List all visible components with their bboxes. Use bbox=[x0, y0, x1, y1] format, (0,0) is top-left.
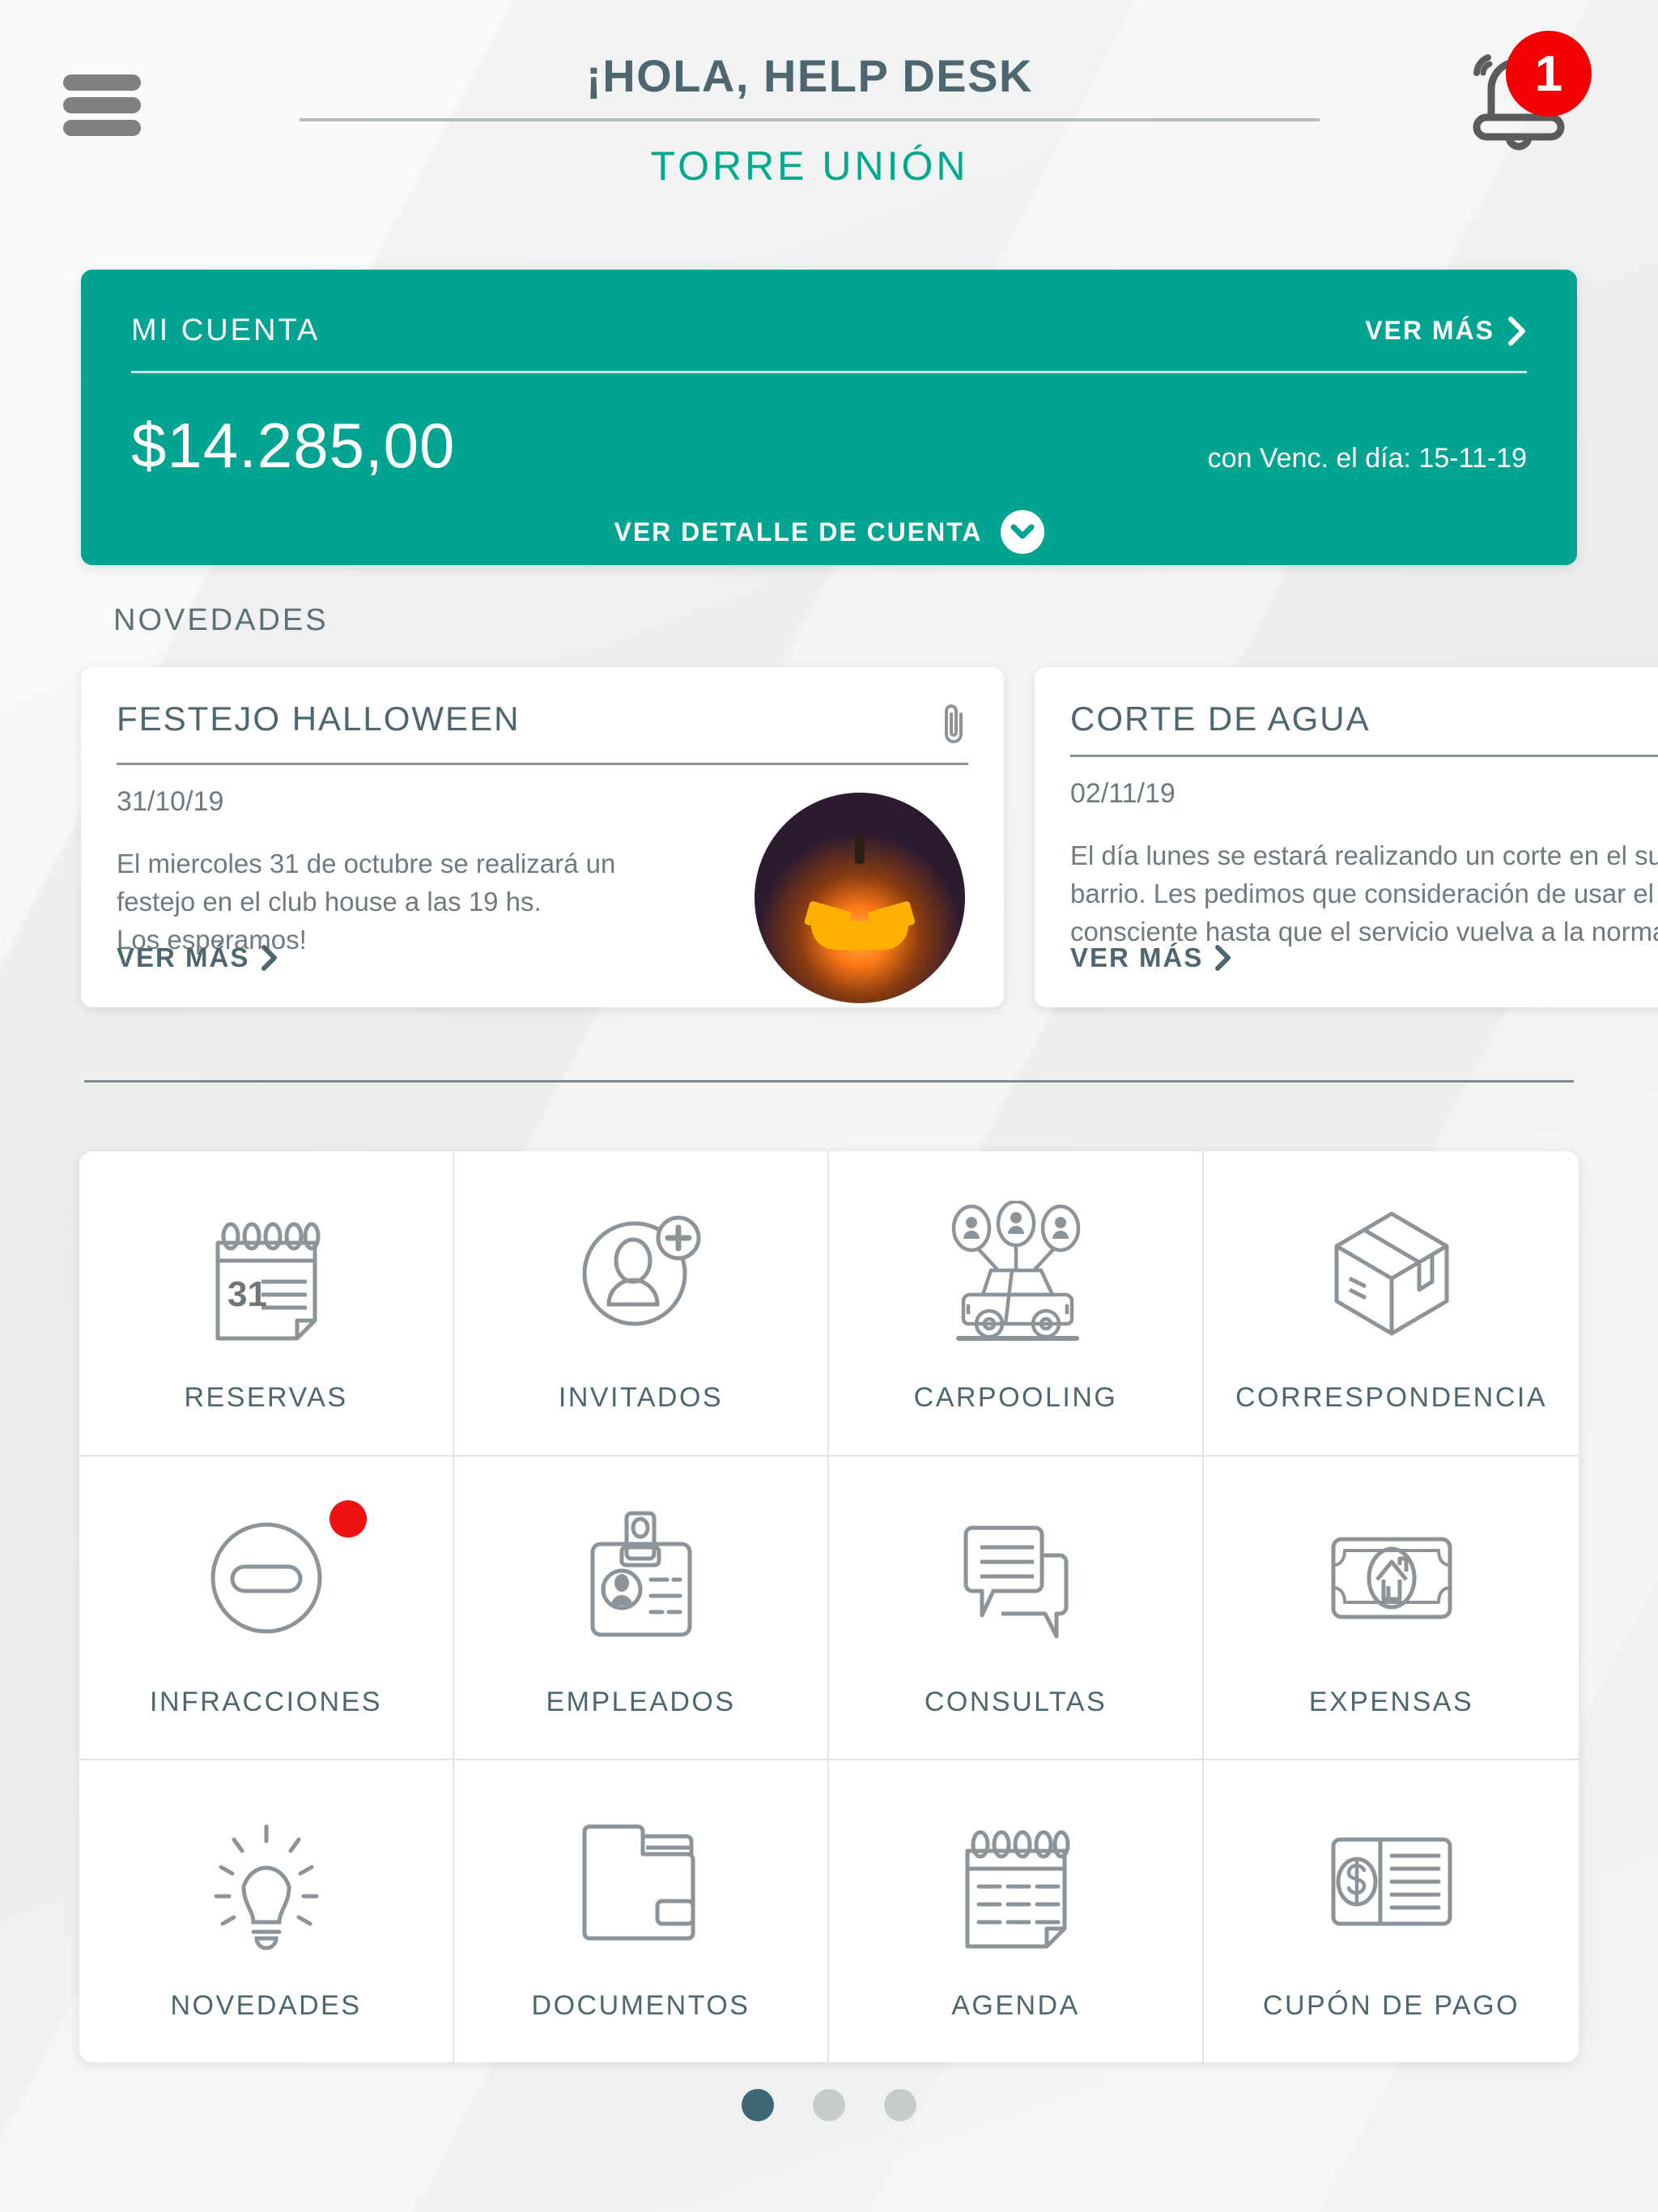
news-carousel[interactable]: FESTEJO HALLOWEEN 31/10/19 El miercoles … bbox=[81, 667, 1658, 1007]
calendar-grid-icon bbox=[935, 1801, 1097, 1963]
account-card-body: $14.285,00 con Venc. el día: 15-11-19 bbox=[81, 373, 1577, 483]
pagination-dot-3[interactable] bbox=[884, 2089, 916, 2121]
news-card-header: CORTE DE AGUA bbox=[1070, 700, 1658, 738]
menu-item-cupon-de-pago[interactable]: CUPÓN DE PAGO bbox=[1204, 1759, 1579, 2062]
account-balance: $14.285,00 bbox=[131, 410, 456, 481]
news-card-header: FESTEJO HALLOWEEN bbox=[117, 700, 968, 747]
account-see-more-link[interactable]: VER MÁS bbox=[1365, 316, 1527, 347]
chevron-right-icon bbox=[1508, 316, 1525, 346]
section-divider bbox=[84, 1080, 1574, 1083]
menu-item-consultas[interactable]: CONSULTAS bbox=[829, 1455, 1204, 1759]
news-see-more-label: VER MÁS bbox=[1070, 942, 1204, 972]
svg-text:31: 31 bbox=[227, 1274, 267, 1314]
pagination-dot-1[interactable] bbox=[742, 2089, 774, 2121]
page-title: ¡HOLA, HELP DESK bbox=[586, 50, 1033, 101]
package-box-icon bbox=[1311, 1193, 1473, 1355]
chevron-right-icon bbox=[1215, 945, 1231, 971]
account-detail-toggle[interactable]: VER DETALLE DE CUENTA bbox=[81, 510, 1577, 554]
menu-item-label: RESERVAS bbox=[184, 1382, 348, 1413]
account-card-header: MI CUENTA VER MÁS bbox=[81, 270, 1577, 348]
news-see-more-link[interactable]: VER MÁS bbox=[117, 942, 278, 973]
menu-item-reservas[interactable]: 31 RESERVAS bbox=[79, 1151, 454, 1455]
news-thumbnail-pumpkin bbox=[755, 793, 965, 1003]
page-subtitle: TORRE UNIÓN bbox=[650, 143, 969, 189]
user-plus-icon bbox=[560, 1193, 722, 1355]
menu-grid: 31 RESERVAS INVITADOS CARPOOLING CORRESP… bbox=[79, 1151, 1579, 2062]
menu-item-label: CUPÓN DE PAGO bbox=[1262, 1990, 1520, 2021]
calendar-31-icon: 31 bbox=[185, 1193, 347, 1355]
folder-icon bbox=[560, 1801, 722, 1963]
app-root: ¡HOLA, HELP DESK TORRE UNIÓN 1 MI CUENTA… bbox=[0, 0, 1658, 2212]
news-title-divider bbox=[117, 763, 968, 765]
chevron-right-icon bbox=[261, 945, 278, 971]
pumpkin-mouth bbox=[811, 921, 908, 950]
account-card[interactable]: MI CUENTA VER MÁS $14.285,00 con Venc. e… bbox=[81, 270, 1577, 565]
account-detail-label: VER DETALLE DE CUENTA bbox=[614, 517, 983, 547]
news-title-divider bbox=[1070, 755, 1658, 757]
menu-item-label: EXPENSAS bbox=[1308, 1687, 1474, 1717]
menu-item-label: CORRESPONDENCIA bbox=[1235, 1382, 1548, 1413]
menu-item-novedades[interactable]: NOVEDADES bbox=[79, 1759, 454, 2062]
carpool-car-icon bbox=[935, 1193, 1097, 1355]
menu-item-infracciones[interactable]: INFRACCIONES bbox=[79, 1455, 454, 1759]
menu-item-label: EMPLEADOS bbox=[546, 1687, 736, 1717]
menu-item-documentos[interactable]: DOCUMENTOS bbox=[454, 1759, 829, 2062]
hamburger-menu-icon[interactable] bbox=[63, 74, 141, 136]
news-body: El día lunes se estará realizando un cor… bbox=[1070, 840, 1658, 946]
chat-bubbles-icon bbox=[935, 1497, 1097, 1659]
news-section-title: NOVEDADES bbox=[113, 603, 329, 637]
news-see-more-label: VER MÁS bbox=[117, 942, 250, 972]
notification-badge: 1 bbox=[1506, 31, 1592, 117]
news-card[interactable]: CORTE DE AGUA 02/11/19 El día lunes se e… bbox=[1035, 667, 1658, 1007]
pumpkin-stem bbox=[855, 835, 865, 864]
menu-item-label: INFRACCIONES bbox=[150, 1687, 382, 1717]
menu-item-label: NOVEDADES bbox=[170, 1990, 362, 2021]
chevron-down-icon bbox=[1000, 510, 1044, 554]
news-card[interactable]: FESTEJO HALLOWEEN 31/10/19 El miercoles … bbox=[81, 667, 1004, 1007]
menu-item-carpooling[interactable]: CARPOOLING bbox=[829, 1151, 1204, 1455]
infracciones-badge-dot bbox=[329, 1500, 367, 1538]
menu-item-expensas[interactable]: EXPENSAS bbox=[1204, 1455, 1579, 1759]
news-see-more-link[interactable]: VER MÁS bbox=[1070, 942, 1232, 973]
no-entry-icon bbox=[185, 1497, 367, 1659]
menu-item-invitados[interactable]: INVITADOS bbox=[454, 1151, 829, 1455]
id-badge-icon bbox=[560, 1497, 722, 1659]
title-divider bbox=[300, 118, 1320, 122]
menu-item-label: CARPOOLING bbox=[913, 1382, 1118, 1413]
pagination-dots bbox=[0, 2089, 1658, 2121]
account-due-date: con Venc. el día: 15-11-19 bbox=[1207, 443, 1527, 474]
hamburger-bar bbox=[63, 97, 141, 113]
header-titles: ¡HOLA, HELP DESK TORRE UNIÓN bbox=[300, 50, 1320, 189]
account-label: MI CUENTA bbox=[131, 313, 321, 347]
hamburger-bar bbox=[63, 120, 141, 136]
pagination-dot-2[interactable] bbox=[813, 2089, 845, 2121]
lightbulb-icon bbox=[185, 1801, 347, 1963]
account-see-more-label: VER MÁS bbox=[1365, 316, 1494, 345]
notifications-button[interactable]: 1 bbox=[1441, 31, 1595, 152]
news-title: FESTEJO HALLOWEEN bbox=[117, 700, 521, 738]
hamburger-bar bbox=[63, 74, 141, 91]
news-title: CORTE DE AGUA bbox=[1070, 700, 1371, 738]
menu-item-agenda[interactable]: AGENDA bbox=[829, 1759, 1204, 2062]
menu-item-correspondencia[interactable]: CORRESPONDENCIA bbox=[1204, 1151, 1579, 1455]
news-date: 02/11/19 bbox=[1070, 778, 1175, 809]
menu-item-label: CONSULTAS bbox=[924, 1687, 1107, 1717]
banknote-house-icon bbox=[1311, 1497, 1473, 1659]
paperclip-icon[interactable] bbox=[941, 700, 968, 747]
menu-item-label: DOCUMENTOS bbox=[531, 1990, 750, 2021]
menu-item-label: AGENDA bbox=[951, 1990, 1080, 2021]
menu-item-label: INVITADOS bbox=[558, 1382, 724, 1413]
payment-coupon-icon bbox=[1311, 1801, 1473, 1963]
menu-item-empleados[interactable]: EMPLEADOS bbox=[454, 1455, 829, 1759]
